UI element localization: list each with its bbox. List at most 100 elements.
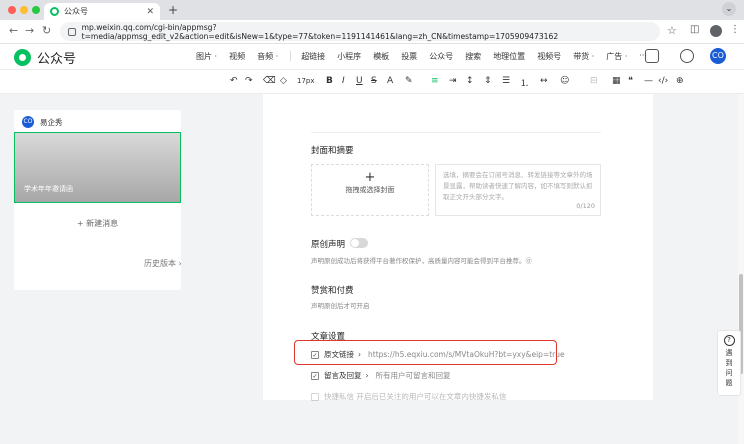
- redo-icon[interactable]: ↷: [245, 76, 253, 86]
- font-color-button[interactable]: A: [387, 76, 393, 86]
- clear-format-icon[interactable]: ◇: [280, 76, 287, 86]
- menu-channels[interactable]: 视频号: [537, 51, 561, 62]
- account-name: 易企秀: [40, 117, 63, 127]
- browser-tab[interactable]: 公众号 ✕: [44, 3, 160, 20]
- address-row: ← → ↻ mp.weixin.qq.com/cgi-bin/appmsg?t=…: [0, 20, 744, 44]
- quick-message-checkbox[interactable]: [311, 392, 319, 401]
- align-icon[interactable]: ≡: [431, 76, 439, 86]
- browser-chrome: 公众号 ✕ + ⌄ ← → ↻ mp.weixin.qq.com/cgi-bin…: [0, 0, 744, 44]
- width-icon[interactable]: ↔: [540, 76, 548, 86]
- account-avatar: CO: [22, 116, 34, 128]
- app-header: 公众号 图片 · 视频 音频 · 超链接 小程序 模板 投票 公众号 搜索 地理…: [0, 44, 744, 70]
- table-icon[interactable]: ▦: [612, 76, 621, 86]
- paragraph-spacing-icon[interactable]: ⇕: [484, 76, 492, 86]
- comment-value[interactable]: 所有用户可留言和回复: [376, 370, 451, 381]
- menu-audio[interactable]: 音频 ·: [257, 51, 278, 62]
- tab-search-button[interactable]: ⌄: [722, 2, 736, 16]
- comment-label: 留言及回复: [324, 371, 362, 380]
- insert-menu: 图片 · 视频 音频 · 超链接 小程序 模板 投票 公众号 搜索 地理位置 视…: [196, 51, 659, 62]
- bookmark-star-icon[interactable]: ☆: [667, 24, 677, 37]
- menu-miniprogram[interactable]: 小程序: [337, 51, 361, 62]
- favicon-icon: [50, 7, 59, 16]
- original-desc: 声明原创成功后将获得平台著作权保护，高质量内容可能会得到平台推荐。⓪: [311, 257, 532, 265]
- highlight-annotation-box: [294, 340, 557, 365]
- menu-official-account[interactable]: 公众号: [429, 51, 453, 62]
- close-window-button[interactable]: [8, 6, 16, 14]
- original-toggle[interactable]: [350, 238, 368, 248]
- new-tab-button[interactable]: +: [168, 3, 178, 17]
- bold-button[interactable]: B: [326, 76, 333, 86]
- menu-template[interactable]: 模板: [373, 51, 389, 62]
- quick-message-row[interactable]: 快捷私信 开启后已关注的用户可以在文章内快捷发私信: [311, 391, 506, 402]
- forward-icon[interactable]: →: [25, 24, 34, 37]
- menu-hyperlink[interactable]: 超链接: [301, 51, 325, 62]
- back-icon[interactable]: ←: [9, 24, 18, 37]
- wechat-logo-icon: [14, 49, 31, 66]
- format-toolbar: ↶ ↷ ⌫ ◇ 17px B I U S A ✎ ≡ ⇥ ↕ ⇕ ☰ ⒈ ↔ ☺…: [0, 70, 744, 94]
- chevron-right-icon: ›: [365, 371, 369, 380]
- menu-divider: [290, 51, 292, 61]
- url-text: mp.weixin.qq.com/cgi-bin/appmsg?t=media/…: [81, 22, 559, 41]
- highlight-icon[interactable]: ✎: [405, 76, 413, 86]
- summary-textarea[interactable]: 选填，摘要会在订阅号消息、转发链接等文章外的场景显露，帮助读者快速了解内容，如不…: [435, 164, 601, 216]
- shield-icon[interactable]: [680, 49, 694, 63]
- ordered-list-icon[interactable]: ⒈: [520, 76, 529, 89]
- preview-phone-icon[interactable]: [645, 49, 659, 63]
- address-bar[interactable]: mp.weixin.qq.com/cgi-bin/appmsg?t=media/…: [60, 22, 660, 41]
- cover-upload[interactable]: + 拖拽或选择封面: [311, 164, 429, 216]
- format-painter-icon[interactable]: ⌫: [263, 76, 276, 86]
- tab-bar: 公众号 ✕ + ⌄: [0, 0, 744, 20]
- help-button[interactable]: ? 遇到问题: [717, 330, 741, 396]
- summary-counter: 0/120: [576, 202, 595, 210]
- account-avatar-icon[interactable]: CO: [710, 48, 726, 64]
- menu-ads[interactable]: 广告 ·: [606, 51, 627, 62]
- article-title: 学术年年邀请函: [24, 185, 73, 193]
- summary-placeholder: 选填，摘要会在订阅号消息、转发链接等文章外的场景显露，帮助读者快速了解内容，如不…: [443, 171, 593, 201]
- question-icon: ?: [723, 335, 735, 346]
- italic-button[interactable]: I: [342, 76, 345, 86]
- browser-menu-icon[interactable]: ⋮: [730, 24, 740, 35]
- reward-desc: 声明原创后才可开启: [311, 302, 370, 310]
- menu-vote[interactable]: 投票: [401, 51, 417, 62]
- sidepanel-icon[interactable]: ◫: [690, 24, 699, 35]
- tab-title: 公众号: [64, 7, 88, 16]
- indent-icon[interactable]: ⇥: [449, 76, 457, 86]
- app-logo[interactable]: 公众号: [14, 48, 76, 67]
- close-tab-icon[interactable]: ✕: [146, 7, 154, 17]
- maximize-window-button[interactable]: [32, 6, 40, 14]
- menu-search[interactable]: 搜索: [465, 51, 481, 62]
- history-version-link[interactable]: 历史版本 ›: [144, 258, 182, 269]
- list-icon[interactable]: ☰: [502, 76, 510, 86]
- reload-icon[interactable]: ↻: [42, 24, 51, 37]
- site-info-icon[interactable]: [68, 27, 76, 36]
- new-message-button[interactable]: + 新建消息: [14, 218, 181, 229]
- emoji-icon[interactable]: ☺: [560, 76, 569, 86]
- plus-icon: +: [364, 170, 376, 185]
- quote-icon[interactable]: ❝: [628, 76, 633, 86]
- font-size-select[interactable]: 17px: [297, 77, 315, 85]
- menu-video[interactable]: 视频: [229, 51, 245, 62]
- profile-avatar[interactable]: [710, 25, 722, 37]
- article-thumbnail[interactable]: 学术年年邀请函: [14, 132, 181, 203]
- logo-text: 公众号: [37, 52, 77, 67]
- reward-title: 赞赏和付费: [311, 286, 354, 296]
- strikethrough-button[interactable]: S: [371, 76, 377, 86]
- undo-icon[interactable]: ↶: [230, 76, 238, 86]
- minimize-window-button[interactable]: [20, 6, 28, 14]
- page: 公众号 图片 · 视频 音频 · 超链接 小程序 模板 投票 公众号 搜索 地理…: [0, 44, 744, 444]
- help-label: 遇到问题: [725, 349, 733, 387]
- menu-location[interactable]: 地理位置: [493, 51, 525, 62]
- original-title: 原创声明: [311, 240, 346, 250]
- code-icon[interactable]: ‹/›: [658, 76, 668, 86]
- more-format-icon[interactable]: ⊕: [676, 76, 684, 86]
- line-height-icon[interactable]: ↕: [466, 76, 474, 86]
- account-row: CO 易企秀: [22, 116, 63, 128]
- comment-row[interactable]: ✓ 留言及回复 › 所有用户可留言和回复: [311, 370, 451, 381]
- horizontal-rule-icon[interactable]: —: [644, 76, 653, 86]
- comment-checkbox[interactable]: ✓: [311, 371, 319, 380]
- menu-commerce[interactable]: 带货 ·: [573, 51, 594, 62]
- quick-message-label: 快捷私信 开启后已关注的用户可以在文章内快捷发私信: [324, 392, 507, 401]
- underline-button[interactable]: U: [356, 76, 363, 86]
- menu-image[interactable]: 图片 ·: [196, 51, 217, 62]
- cover-placeholder: 拖拽或选择封面: [345, 186, 395, 194]
